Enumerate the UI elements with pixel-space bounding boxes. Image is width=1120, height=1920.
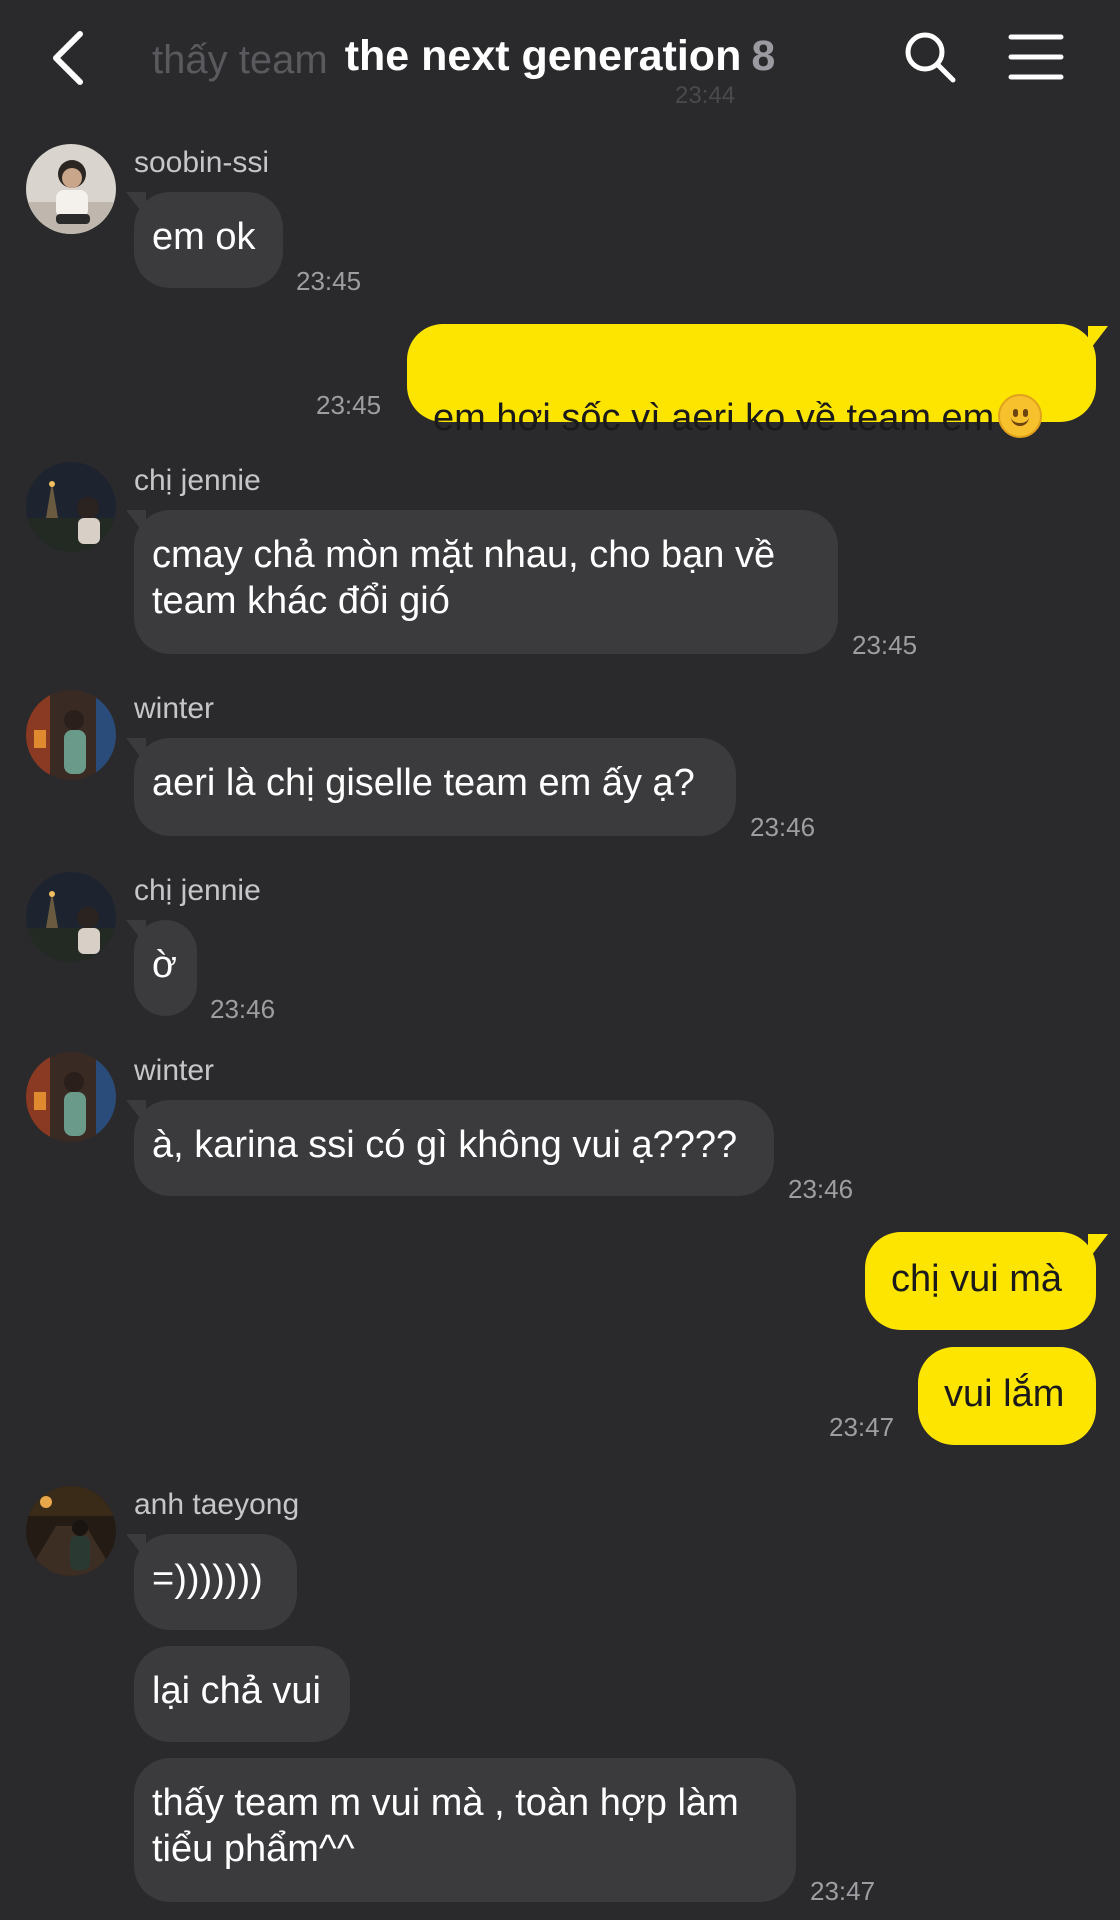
avatar-chi-jennie[interactable] xyxy=(26,872,116,962)
profile-photo xyxy=(26,1052,116,1142)
message-text: em hơi sốc vì aeri ko về team em xyxy=(433,397,995,439)
avatar-anh-taeyong[interactable] xyxy=(26,1486,116,1576)
message-time: 23:45 xyxy=(852,630,918,660)
message-time: 23:47 xyxy=(829,1412,895,1442)
message-bubble-outgoing[interactable]: em hơi sốc vì aeri ko về team em xyxy=(407,324,1096,439)
message-time: 23:46 xyxy=(788,1174,854,1204)
bubble-tail xyxy=(1088,1234,1108,1260)
message-bubble-incoming[interactable]: aeri là chị giselle team em ấy ạ? xyxy=(134,738,736,836)
profile-photo xyxy=(26,872,116,962)
message-bubble-incoming[interactable]: lại chả vui xyxy=(134,1646,350,1742)
message-bubble-incoming[interactable]: à, karina ssi có gì không vui ạ???? xyxy=(134,1100,774,1196)
message-bubble-incoming[interactable]: thấy team m vui mà , toàn hợp làm tiểu p… xyxy=(134,1758,796,1902)
message-bubble-incoming[interactable]: em ok xyxy=(134,192,283,288)
avatar-winter[interactable] xyxy=(26,690,116,780)
sender-name: winter xyxy=(134,1054,215,1087)
menu-button[interactable] xyxy=(1008,32,1064,82)
slightly-smiling-face-icon xyxy=(998,394,1043,438)
message-bubble-incoming[interactable]: cmay chả mòn mặt nhau, cho bạn về team k… xyxy=(134,510,838,654)
avatar-soobin[interactable] xyxy=(26,144,116,234)
profile-photo xyxy=(26,462,116,552)
sender-name: chị jennie xyxy=(134,874,261,907)
sender-name: soobin-ssi xyxy=(134,146,270,179)
message-time: 23:46 xyxy=(750,812,816,842)
message-time: 23:45 xyxy=(296,266,362,296)
chat-title-text: the next generation xyxy=(344,32,742,80)
sender-name: chị jennie xyxy=(134,464,261,497)
message-time: 23:47 xyxy=(810,1876,876,1906)
avatar-winter[interactable] xyxy=(26,1052,116,1142)
scrolled-message-time: 23:44 xyxy=(675,82,736,109)
message-bubble-outgoing[interactable]: vui lắm xyxy=(918,1347,1096,1445)
profile-photo xyxy=(26,690,116,780)
message-time: 23:45 xyxy=(316,390,382,420)
search-icon xyxy=(905,32,956,83)
sender-name: anh taeyong xyxy=(134,1488,300,1521)
profile-photo xyxy=(26,1486,116,1576)
sender-name: winter xyxy=(134,692,215,725)
message-bubble-incoming[interactable]: ờ xyxy=(134,920,197,1016)
member-count: 8 xyxy=(751,32,776,80)
message-time: 23:46 xyxy=(210,994,276,1024)
chat-header: thấy team 23:44 the next generation 8 xyxy=(0,0,1120,118)
profile-photo xyxy=(26,144,116,234)
avatar-chi-jennie[interactable] xyxy=(26,462,116,552)
message-bubble-incoming[interactable]: =))))))) xyxy=(134,1534,297,1630)
hamburger-menu-icon xyxy=(1008,34,1064,80)
message-bubble-outgoing[interactable]: chị vui mà xyxy=(865,1232,1096,1330)
search-button[interactable] xyxy=(903,30,957,84)
